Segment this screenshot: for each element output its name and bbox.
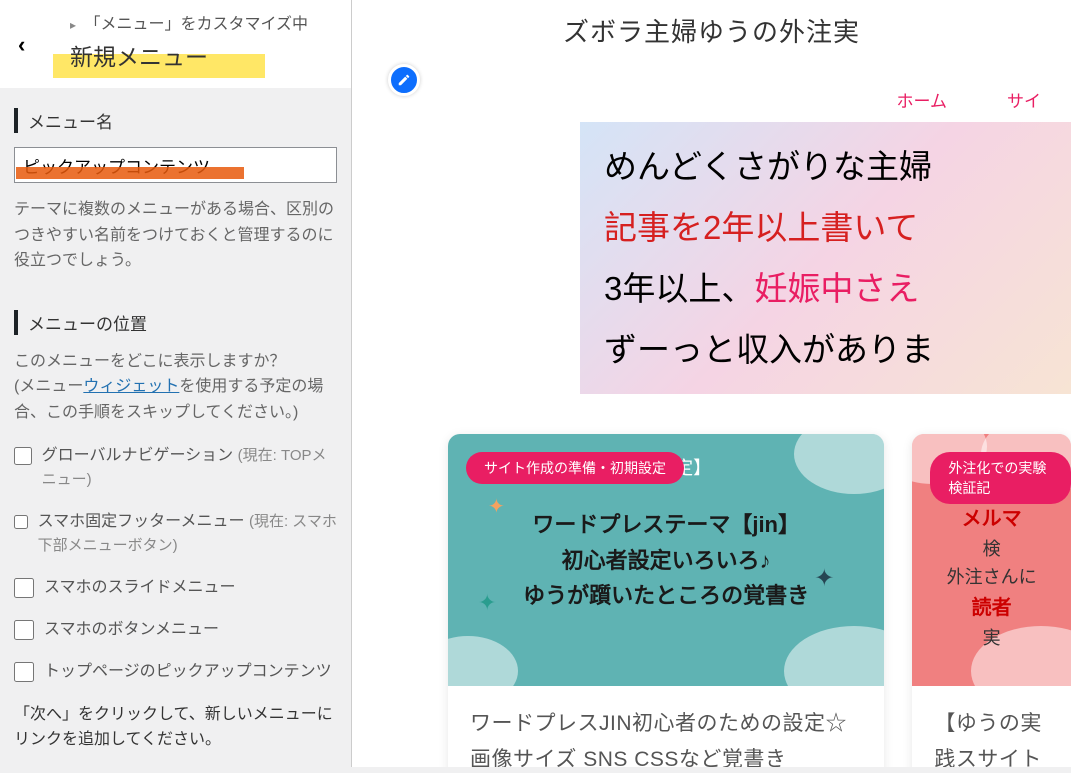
checkbox-pickup-input[interactable] <box>14 662 34 682</box>
hero-line1: めんどくさがりな主婦 <box>604 136 1047 197</box>
checkbox-global-nav-input[interactable] <box>14 446 32 466</box>
customizer-body: メニュー名 テーマに複数のメニューがある場合、区別のつきやすい名前をつけておくと… <box>0 88 351 773</box>
checkbox-sp-footer-input[interactable] <box>14 512 28 532</box>
back-arrow-icon[interactable]: ‹ <box>18 32 25 58</box>
customizer-sidebar: ‹ ▸ 「メニュー」をカスタマイズ中 新規メニュー メニュー名 テーマに複数のメ… <box>0 0 352 767</box>
customizer-header: ‹ ▸ 「メニュー」をカスタマイズ中 新規メニュー <box>0 0 351 88</box>
hero-line3: 3年以上、妊娠中さえ <box>604 258 1047 319</box>
checkbox-sp-button-input[interactable] <box>14 620 34 640</box>
menu-name-help: テーマに複数のメニューがある場合、区別のつきやすい名前をつけておくと管理するのに… <box>14 197 337 274</box>
preview-pane: ズボラ主婦ゆうの外注実 ホーム サイ めんどくさがりな主婦 記事を2年以上書いて… <box>352 0 1071 767</box>
checkbox-sp-slide-input[interactable] <box>14 578 34 598</box>
site-title: ズボラ主婦ゆうの外注実 <box>352 0 1071 57</box>
checkbox-sp-slide: スマホのスライドメニュー <box>14 576 337 600</box>
breadcrumb-text: 「メニュー」をカスタマイズ中 <box>84 16 308 33</box>
highlight-orange <box>16 167 244 179</box>
nav-site[interactable]: サイ <box>1007 87 1041 112</box>
card-2-thumbnail: 外注化での実験検証記 特化型 メルマ 検 外注さんに 読者 実 <box>912 434 1071 686</box>
card-1[interactable]: ✦✦✦ サイト作成の準備・初期設定 初期設定】 ワードプレステーマ【jin】 初… <box>448 434 884 767</box>
nav-home[interactable]: ホーム <box>897 87 948 112</box>
card-1-title: ワードプレスJIN初心者のための設定☆画像サイズ SNS CSSなど覚書き <box>448 686 884 767</box>
card-2-title: 【ゆうの実践スサイトにメールも外注依 <box>912 686 1071 767</box>
hero-line2: 記事を2年以上書いて <box>604 197 1047 258</box>
checkbox-sp-footer: スマホ固定フッターメニュー (現在: スマホ下部メニューボタン) <box>14 510 337 558</box>
card-2-category-badge: 外注化での実験検証記 <box>930 452 1071 504</box>
position-help: このメニューをどこに表示しますか？ (メニューウィジェットを使用する予定の場合、… <box>14 349 337 426</box>
caret-right-icon: ▸ <box>70 18 76 32</box>
edit-shortcut-icon[interactable] <box>388 64 420 96</box>
checkbox-global-nav: グローバルナビゲーション (現在: TOPメニュー) <box>14 444 337 492</box>
card-1-thumbnail: ✦✦✦ サイト作成の準備・初期設定 初期設定】 ワードプレステーマ【jin】 初… <box>448 434 884 686</box>
hero-line4: ずーっと収入がありま <box>604 319 1047 380</box>
nav-menu: ホーム サイ <box>352 77 1071 122</box>
card-1-category-badge: サイト作成の準備・初期設定 <box>466 452 684 484</box>
card-1-header-text: ワードプレステーマ【jin】 初心者設定いろいろ♪ ゆうが躓いたところの覚書き <box>523 507 809 613</box>
position-label: メニューの位置 <box>14 310 337 335</box>
page-title: 新規メニュー <box>70 38 208 72</box>
hero-banner: めんどくさがりな主婦 記事を2年以上書いて 3年以上、妊娠中さえ ずーっと収入が… <box>580 122 1071 394</box>
checkbox-pickup: トップページのピックアップコンテンツ <box>14 660 337 684</box>
menu-name-label: メニュー名 <box>14 108 337 133</box>
breadcrumb: ▸ 「メニュー」をカスタマイズ中 <box>70 10 339 34</box>
card-grid: ✦✦✦ サイト作成の準備・初期設定 初期設定】 ワードプレステーマ【jin】 初… <box>352 394 1071 767</box>
widget-link[interactable]: ウィジェット <box>83 378 179 395</box>
card-2[interactable]: 外注化での実験検証記 特化型 メルマ 検 外注さんに 読者 実 【ゆうの実践スサ… <box>912 434 1071 767</box>
checkbox-sp-button: スマホのボタンメニュー <box>14 618 337 642</box>
next-help-text: 「次へ」をクリックして、新しいメニューにリンクを追加してください。 <box>14 702 337 753</box>
